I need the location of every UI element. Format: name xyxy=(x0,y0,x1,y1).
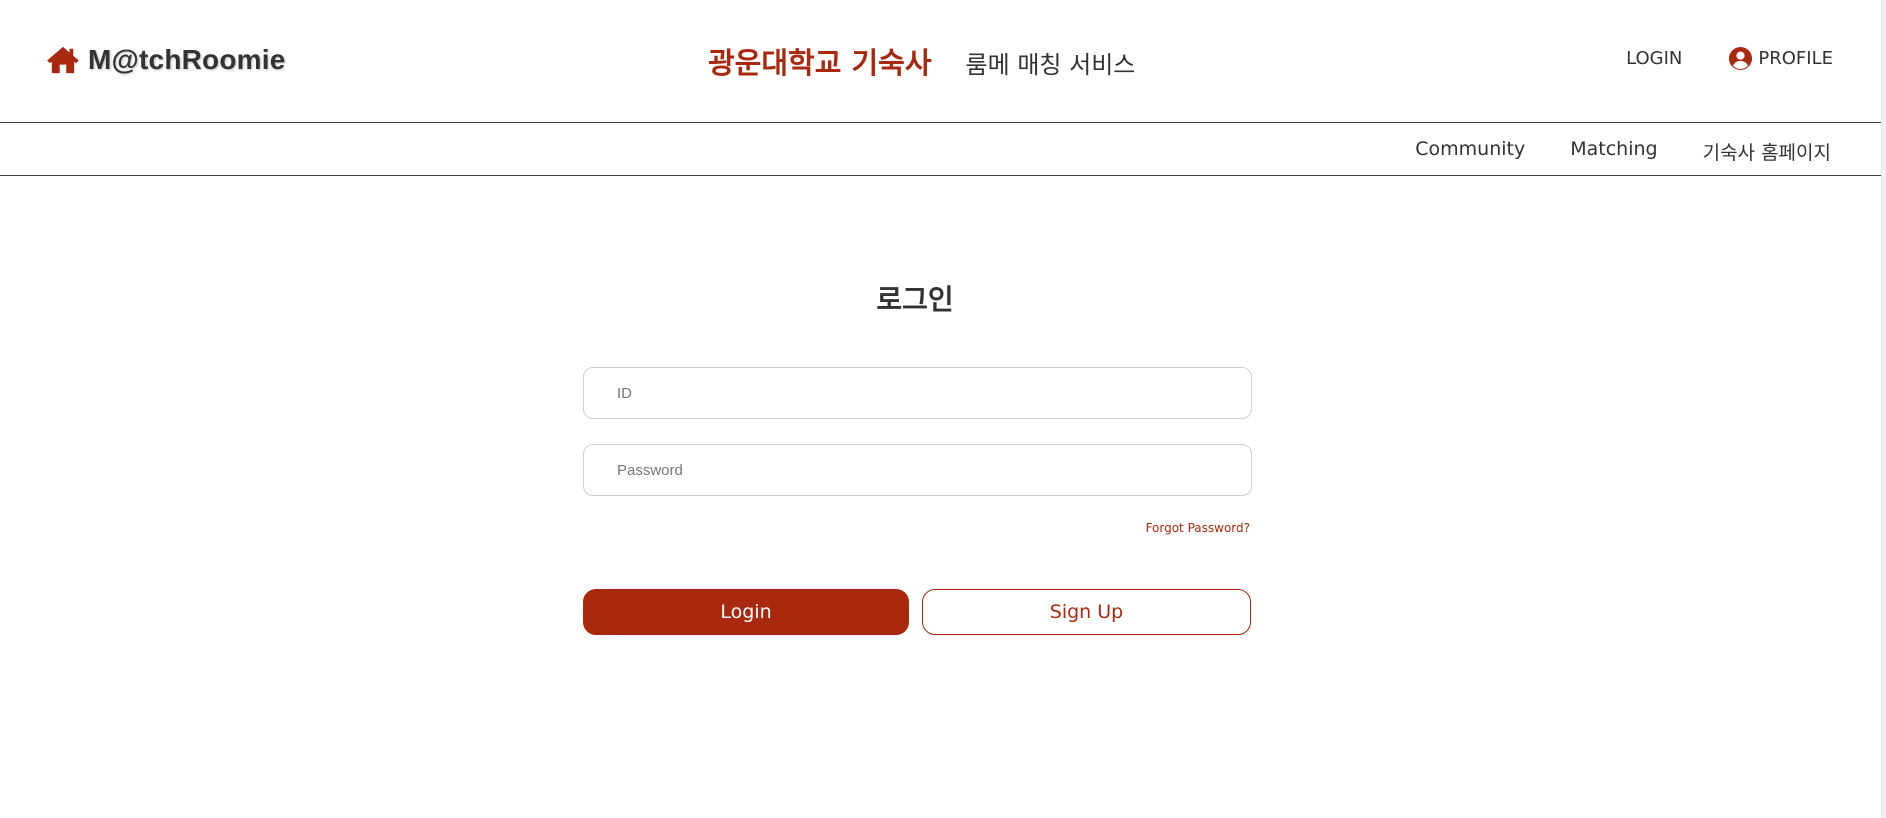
profile-link[interactable]: PROFILE xyxy=(1728,46,1833,71)
id-input[interactable] xyxy=(583,367,1252,419)
login-title: 로그인 xyxy=(876,283,954,316)
nav-item-community[interactable]: Community xyxy=(1415,138,1525,165)
service-subtitle: 룸메 매칭 서비스 xyxy=(965,51,1136,79)
sign-up-button[interactable]: Sign Up xyxy=(922,589,1251,635)
login-link[interactable]: LOGIN xyxy=(1626,48,1682,69)
home-icon xyxy=(47,46,79,74)
site-header: M@tchRoomie 광운대학교 기숙사 룸메 매칭 서비스 LOGIN PR… xyxy=(0,0,1881,123)
university-dorm-title: 광운대학교 기숙사 xyxy=(708,46,932,80)
logo-link[interactable]: M@tchRoomie xyxy=(46,44,286,76)
user-circle-icon xyxy=(1729,46,1753,71)
site-title: 광운대학교 기숙사 룸메 매칭 서비스 xyxy=(708,40,1135,82)
login-button[interactable]: Login xyxy=(583,589,909,635)
nav-item-matching[interactable]: Matching xyxy=(1570,138,1657,165)
header-actions: LOGIN PROFILE xyxy=(1626,46,1833,71)
subnav-items: Community Matching 기숙사 홈페이지 xyxy=(1415,138,1831,165)
password-input[interactable] xyxy=(583,444,1252,496)
logo-text: M@tchRoomie xyxy=(88,44,286,75)
page: M@tchRoomie 광운대학교 기숙사 룸메 매칭 서비스 LOGIN PR… xyxy=(0,0,1881,818)
scrollbar-track[interactable] xyxy=(1881,0,1886,818)
profile-label: PROFILE xyxy=(1758,48,1833,69)
nav-item-dormitory-homepage[interactable]: 기숙사 홈페이지 xyxy=(1703,138,1831,165)
forgot-password-link[interactable]: Forgot Password? xyxy=(1100,521,1250,535)
sub-navigation: Community Matching 기숙사 홈페이지 xyxy=(0,123,1881,176)
